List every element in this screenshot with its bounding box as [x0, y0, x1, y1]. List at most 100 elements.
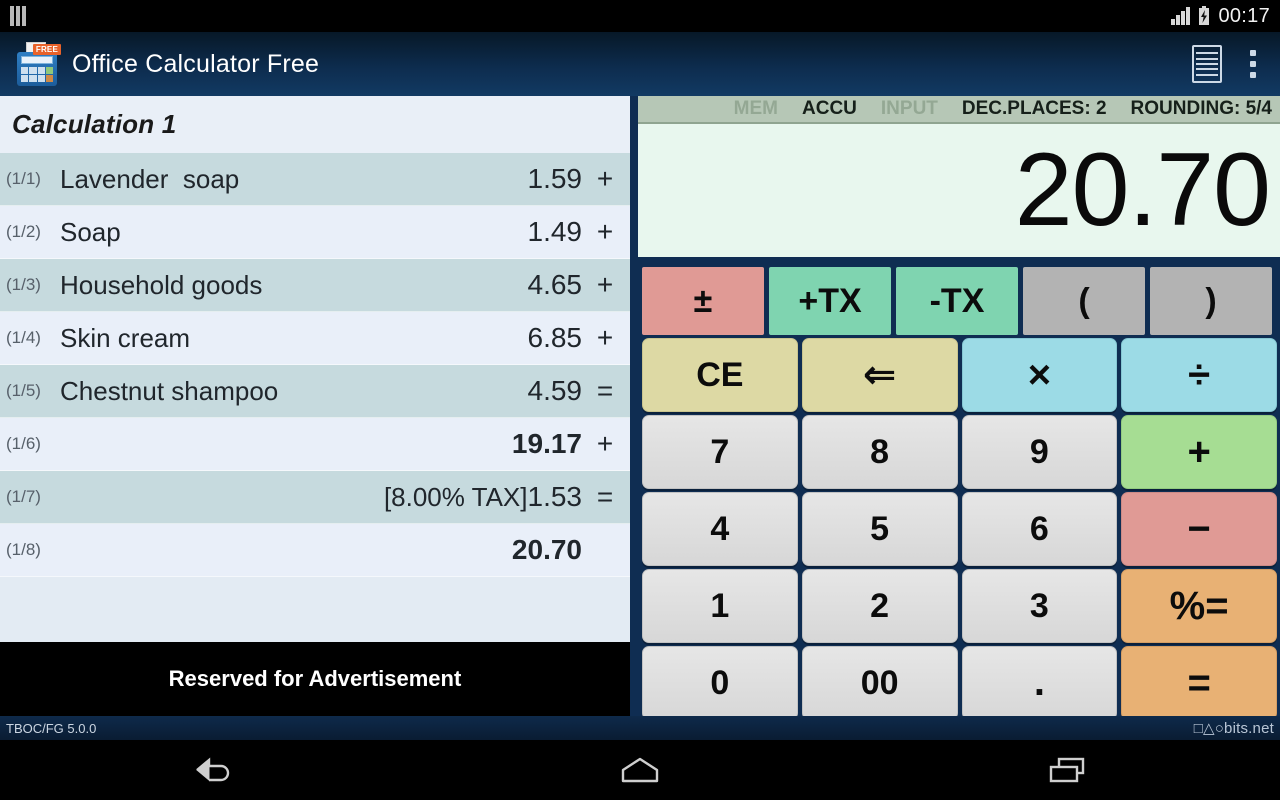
- table-row[interactable]: (1/2) Soap 1.49 +: [0, 206, 630, 259]
- close-paren-button[interactable]: ): [1150, 267, 1272, 335]
- sign-toggle-button[interactable]: ±: [642, 267, 764, 335]
- row-value: 6.85: [527, 322, 583, 353]
- minus-tax-button[interactable]: -TX: [896, 267, 1018, 335]
- row-label: Soap: [60, 216, 121, 247]
- table-row[interactable]: (1/3) Household goods 4.65 +: [0, 259, 630, 312]
- row-value: 1.59: [527, 163, 583, 194]
- action-bar-actions: [1192, 45, 1266, 83]
- digit-6-button[interactable]: 6: [961, 492, 1118, 566]
- row-label: Skin cream: [60, 322, 191, 353]
- minus-button[interactable]: −: [1121, 492, 1277, 566]
- free-badge: FREE: [32, 44, 61, 55]
- status-clock: 00:17: [1218, 4, 1270, 27]
- status-rounding[interactable]: ROUNDING: 5/4: [1131, 98, 1272, 120]
- open-paren-button[interactable]: (: [1023, 267, 1145, 335]
- row-operator: =: [596, 481, 614, 512]
- row-label: [8.00% TAX]: [383, 481, 528, 512]
- multiply-button[interactable]: ×: [961, 338, 1118, 412]
- row-index: (1/8): [6, 540, 41, 559]
- back-icon: [196, 757, 230, 782]
- row-operator: =: [596, 375, 614, 406]
- plus-button[interactable]: +: [1121, 415, 1277, 489]
- status-mem[interactable]: MEM: [734, 98, 778, 120]
- android-status-bar: 00:17: [0, 0, 1280, 32]
- table-row[interactable]: (1/6) 19.17 +: [0, 418, 630, 471]
- app-title: Office Calculator Free: [72, 49, 320, 78]
- tape-empty-area: [0, 577, 630, 642]
- tape-list-icon[interactable]: [1192, 45, 1222, 83]
- version-label: TBOC/FG 5.0.0: [6, 720, 97, 736]
- row-operator: +: [596, 269, 614, 300]
- calculation-title[interactable]: Calculation 1: [0, 96, 630, 153]
- keypad-row-0: 0 00 . =: [642, 646, 1277, 720]
- status-dec-places[interactable]: DEC.PLACES: 2: [962, 98, 1107, 120]
- signal-bars-icon: [1171, 7, 1191, 25]
- row-operator: +: [596, 163, 614, 194]
- menu-bars-icon: [10, 6, 26, 26]
- digit-0-button[interactable]: 0: [642, 646, 798, 720]
- divide-button[interactable]: ÷: [1121, 338, 1277, 412]
- digit-9-button[interactable]: 9: [961, 415, 1118, 489]
- row-value: 1.49: [527, 216, 583, 247]
- row-operator: +: [596, 428, 614, 459]
- digit-00-button[interactable]: 00: [801, 646, 958, 720]
- app-footer: TBOC/FG 5.0.0 □△○bits.net: [0, 716, 1280, 740]
- row-label: Lavender soap: [60, 163, 240, 194]
- table-row[interactable]: (1/4) Skin cream 6.85 +: [0, 312, 630, 365]
- calculator-display[interactable]: 20.70: [638, 124, 1280, 257]
- clear-entry-button[interactable]: CE: [642, 338, 798, 412]
- keypad-row-123: 1 2 3 %=: [642, 569, 1277, 643]
- row-value: 19.17: [511, 428, 582, 459]
- status-input[interactable]: INPUT: [881, 98, 938, 120]
- tape-row-list: (1/1) Lavender soap 1.59 + (1/2) Soap 1.…: [0, 153, 630, 577]
- digit-4-button[interactable]: 4: [642, 492, 798, 566]
- keypad-row-789: 7 8 9 +: [642, 415, 1277, 489]
- status-bar-left: [10, 6, 26, 26]
- app-action-bar: FREE Office Calculator Free: [0, 32, 1280, 96]
- status-accu[interactable]: ACCU: [802, 98, 857, 120]
- nav-home-button[interactable]: [580, 746, 700, 794]
- recents-icon: [1049, 757, 1084, 783]
- decimal-point-button[interactable]: .: [961, 646, 1118, 720]
- calculator-app-icon: FREE: [14, 41, 61, 87]
- nav-back-button[interactable]: [153, 746, 273, 794]
- table-row[interactable]: (1/1) Lavender soap 1.59 +: [0, 153, 630, 206]
- digit-2-button[interactable]: 2: [801, 569, 958, 643]
- battery-charging-icon: [1199, 6, 1210, 25]
- row-index: (1/1): [6, 169, 41, 188]
- equals-button[interactable]: =: [1121, 646, 1277, 720]
- backspace-button[interactable]: ⇐: [801, 338, 958, 412]
- nav-recents-button[interactable]: [1007, 746, 1127, 794]
- advertisement-banner[interactable]: Reserved for Advertisement: [0, 642, 630, 716]
- display-value: 20.70: [1014, 132, 1271, 249]
- table-row[interactable]: (1/5) Chestnut shampoo 4.59 =: [0, 365, 630, 418]
- keypad-row-edit: CE ⇐ × ÷: [642, 338, 1277, 412]
- add-tax-button[interactable]: +TX: [769, 267, 891, 335]
- status-bar-right: 00:17: [1171, 5, 1270, 28]
- vendor-label: □△○bits.net: [1193, 720, 1274, 737]
- tape-pane: Calculation 1 (1/1) Lavender soap 1.59 +…: [0, 96, 638, 716]
- table-row[interactable]: (1/8) 20.70: [0, 524, 630, 577]
- row-label: Chestnut shampoo: [60, 375, 279, 406]
- digit-7-button[interactable]: 7: [642, 415, 798, 489]
- display-status-strip: MEM ACCU INPUT DEC.PLACES: 2 ROUNDING: 5…: [638, 96, 1280, 124]
- row-operator: +: [596, 216, 614, 247]
- digit-1-button[interactable]: 1: [642, 569, 798, 643]
- row-index: (1/4): [6, 328, 41, 347]
- row-operator: +: [596, 322, 614, 353]
- row-value: 20.70: [511, 534, 582, 565]
- digit-3-button[interactable]: 3: [961, 569, 1118, 643]
- digit-5-button[interactable]: 5: [801, 492, 958, 566]
- digit-8-button[interactable]: 8: [801, 415, 958, 489]
- home-icon: [621, 757, 659, 783]
- keypad-row-functions: ± +TX -TX ( ): [642, 267, 1277, 335]
- percent-equals-button[interactable]: %=: [1121, 569, 1277, 643]
- row-index: (1/2): [6, 222, 41, 241]
- row-label: Household goods: [60, 269, 263, 300]
- row-value: 1.53: [527, 481, 583, 512]
- overflow-menu-icon[interactable]: [1250, 50, 1256, 78]
- row-value: 4.59: [527, 375, 583, 406]
- row-value: 4.65: [527, 269, 583, 300]
- row-index: (1/5): [6, 381, 41, 400]
- table-row[interactable]: (1/7) [8.00% TAX] 1.53 =: [0, 471, 630, 524]
